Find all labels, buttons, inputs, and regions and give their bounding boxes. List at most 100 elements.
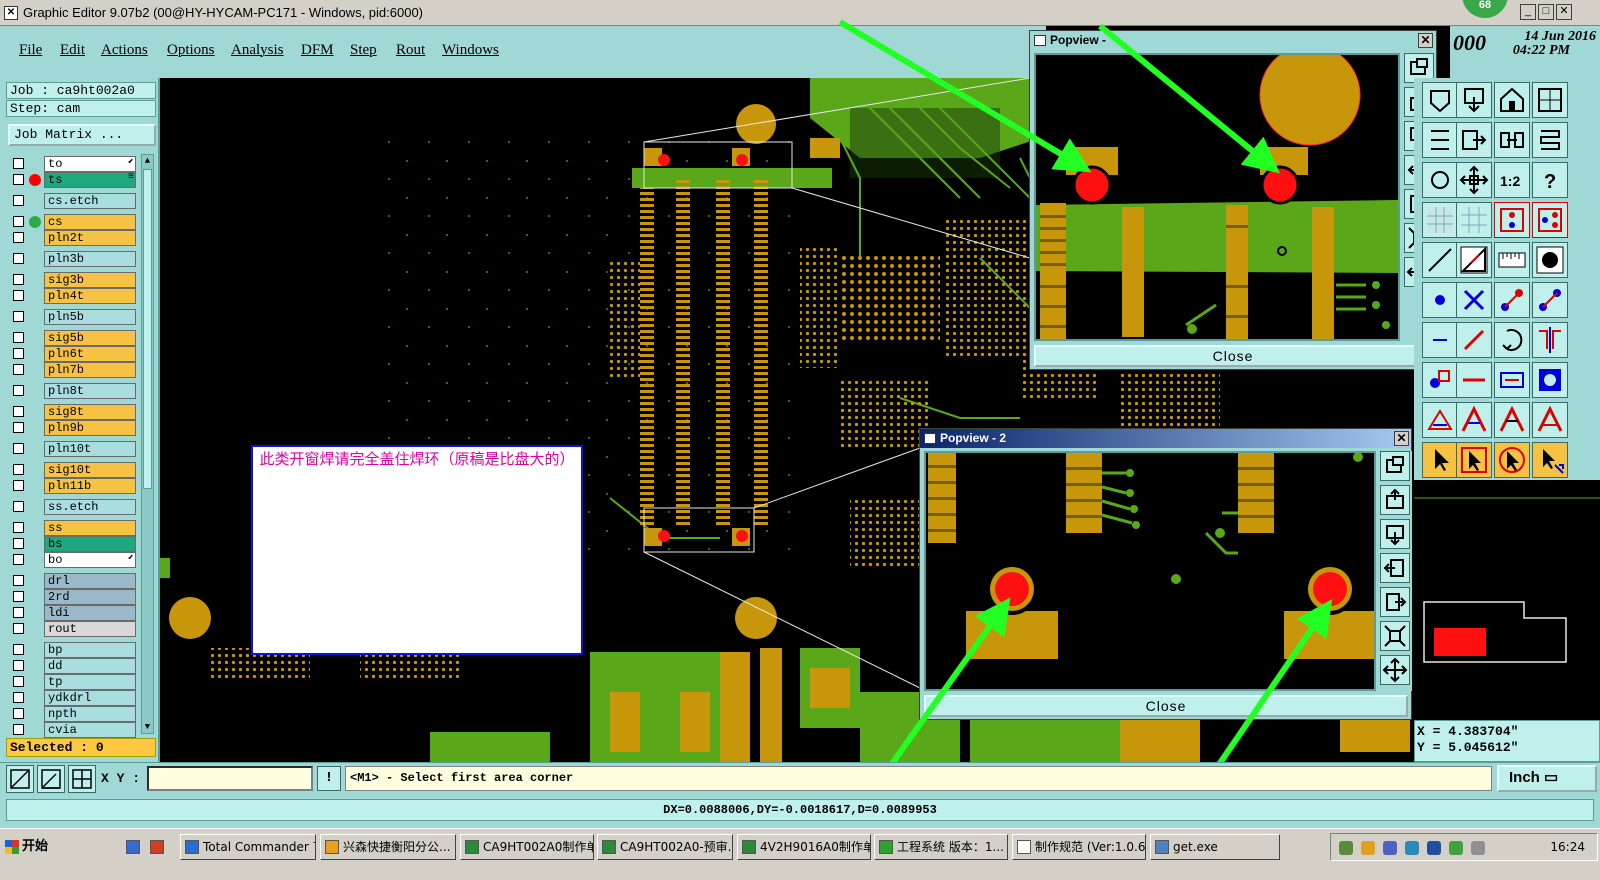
layer-row[interactable]: bo ⬋	[8, 552, 138, 568]
layer-checkbox[interactable]	[13, 216, 24, 227]
layer-row[interactable]: rout	[8, 621, 138, 637]
swap-icon[interactable]	[1494, 122, 1530, 158]
select-arrow-icon[interactable]	[1422, 442, 1458, 478]
popview-2-close-button[interactable]: Close	[924, 695, 1408, 717]
taskbar-item[interactable]: CA9HT002A0-预审...	[597, 834, 733, 860]
layer-checkbox[interactable]	[13, 232, 24, 243]
layer-checkbox[interactable]	[13, 501, 24, 512]
layer-name[interactable]: bp	[44, 642, 136, 658]
layer-checkbox[interactable]	[13, 195, 24, 206]
add-point-icon[interactable]	[1422, 282, 1458, 318]
pan-right-2-icon[interactable]	[1380, 587, 1410, 617]
xy-input[interactable]	[147, 766, 313, 791]
layer-checkbox[interactable]	[13, 332, 24, 343]
scroll-up-icon[interactable]: ▲	[142, 155, 153, 167]
menu-actions[interactable]: Actions	[101, 42, 148, 59]
volume-icon[interactable]	[1361, 841, 1375, 855]
layer-name[interactable]: dd	[44, 658, 136, 674]
layer-name[interactable]: npth	[44, 706, 136, 722]
quick-launch-icon[interactable]	[150, 840, 164, 854]
warning-button[interactable]: !	[317, 766, 341, 791]
layer-name[interactable]: pln9b	[44, 420, 136, 436]
layer-name[interactable]: sig3b	[44, 272, 136, 288]
layer-row[interactable]: ldi	[8, 605, 138, 621]
pad-icon[interactable]	[1532, 242, 1568, 278]
layer-name[interactable]: cs	[44, 214, 136, 230]
layer-row[interactable]: sig3b	[8, 272, 138, 288]
layer-checkbox[interactable]	[13, 724, 24, 735]
layer-row[interactable]: cvia	[8, 722, 138, 738]
layer-name[interactable]: sig5b	[44, 330, 136, 346]
layer-name[interactable]: bo	[44, 552, 136, 568]
mirror-icon[interactable]	[1532, 322, 1568, 358]
group-icon[interactable]	[1532, 362, 1568, 398]
taskbar-item[interactable]: 工程系统 版本：1...	[874, 834, 1008, 860]
popview-canvas[interactable]	[1034, 53, 1400, 341]
layer-row[interactable]: drl	[8, 573, 138, 589]
layer-row[interactable]: to ⬋	[8, 156, 138, 172]
layer-name[interactable]: pln2t	[44, 230, 136, 246]
grid-view-icon[interactable]	[1532, 82, 1568, 118]
taskbar-item[interactable]: 4V2H9016A0制作单...	[737, 834, 871, 860]
layer-name[interactable]: 2rd	[44, 589, 136, 605]
layer-row[interactable]: tp	[8, 674, 138, 690]
layer-checkbox[interactable]	[13, 607, 24, 618]
net-highlight-icon[interactable]	[1494, 202, 1530, 238]
layer-name[interactable]: pln11b	[44, 478, 136, 494]
taskbar-item[interactable]: CA9HT002A0制作单...	[460, 834, 594, 860]
layer-row[interactable]: pln7b	[8, 362, 138, 378]
layer-checkbox[interactable]	[13, 554, 24, 565]
layer-row[interactable]: sig5b	[8, 330, 138, 346]
connect-icon[interactable]	[1494, 282, 1530, 318]
layer-name[interactable]: sig10t	[44, 462, 136, 478]
device-icon[interactable]	[1471, 841, 1485, 855]
select-move-icon[interactable]	[1532, 442, 1568, 478]
layer-name[interactable]: pln10t	[44, 441, 136, 457]
layer-row[interactable]: ydkdrl	[8, 690, 138, 706]
measure-angle-icon[interactable]	[1456, 242, 1492, 278]
zoom-home-2-icon[interactable]	[1380, 655, 1410, 685]
notification-badge[interactable]: 68	[1462, 0, 1508, 18]
units-button[interactable]: Inch ▭	[1497, 765, 1597, 792]
zoom-icon[interactable]	[1422, 162, 1458, 198]
start-button[interactable]: 开始	[2, 835, 62, 859]
layer-name[interactable]: rout	[44, 621, 136, 637]
zoom-fit-2-icon[interactable]	[1380, 451, 1410, 481]
layer-row[interactable]: pln10t	[8, 441, 138, 457]
zoom-home-tool-icon[interactable]	[1456, 162, 1492, 198]
shield-icon[interactable]	[1449, 841, 1463, 855]
layer-row[interactable]: pln4t	[8, 288, 138, 304]
home-icon[interactable]	[1494, 82, 1530, 118]
stretch-icon[interactable]	[1422, 362, 1458, 398]
menu-options[interactable]: Options	[167, 42, 215, 59]
route-icon[interactable]	[1532, 282, 1568, 318]
layer-row[interactable]: pln5b	[8, 309, 138, 325]
layer-checkbox[interactable]	[13, 538, 24, 549]
layer-name[interactable]: sig8t	[44, 404, 136, 420]
pan-left-2-icon[interactable]	[1380, 553, 1410, 583]
ruler-icon[interactable]	[1494, 242, 1530, 278]
delete-icon[interactable]	[1456, 282, 1492, 318]
snap-icon[interactable]	[1422, 242, 1458, 278]
zoom-out-2-icon[interactable]	[1380, 519, 1410, 549]
layer-row[interactable]: ss.etch	[8, 499, 138, 515]
minimize-button[interactable]: _	[1520, 4, 1536, 20]
taskbar-item[interactable]: 制作规范 (Ver:1.0.6)	[1012, 834, 1146, 860]
arc-three-point-icon[interactable]	[1494, 402, 1530, 438]
layer-name[interactable]: ldi	[44, 605, 136, 621]
job-matrix-button[interactable]: Job Matrix ...	[8, 124, 156, 146]
quick-launch-icon[interactable]	[126, 840, 140, 854]
security-icon[interactable]	[1383, 841, 1397, 855]
layer-checkbox[interactable]	[13, 623, 24, 634]
menu-analysis[interactable]: Analysis	[231, 42, 284, 59]
select-box-icon[interactable]	[1456, 442, 1492, 478]
layer-row[interactable]: 2rd	[8, 589, 138, 605]
layer-name[interactable]: drl	[44, 573, 136, 589]
layer-checkbox[interactable]	[13, 311, 24, 322]
network-icon[interactable]	[1339, 841, 1353, 855]
layer-checkbox[interactable]	[13, 644, 24, 655]
layer-scrollbar[interactable]: ▲ ▼	[141, 154, 154, 734]
net-select-icon[interactable]	[1532, 202, 1568, 238]
layer-row[interactable]: bp	[8, 642, 138, 658]
taskbar-item[interactable]: 兴森快捷衡阳分公...	[320, 834, 456, 860]
